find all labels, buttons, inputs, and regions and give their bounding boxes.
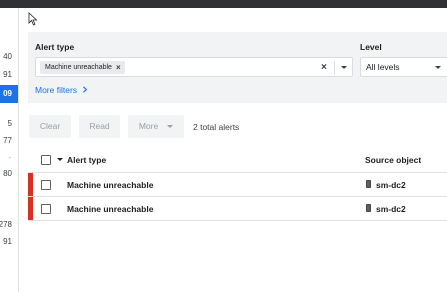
more-button-label: More [138, 121, 159, 131]
sidebar-number[interactable]: 91 [3, 70, 12, 80]
more-button[interactable]: More [128, 115, 184, 138]
row-checkbox[interactable] [41, 204, 51, 214]
level-label: Level [360, 42, 382, 52]
level-value: All levels [366, 62, 400, 72]
source-object-cell[interactable]: sm-dc2 [376, 180, 406, 190]
mouse-pointer-icon [28, 12, 38, 26]
clear-button[interactable]: Clear [29, 115, 71, 138]
filter-chip: Machine unreachable × [40, 61, 125, 74]
table-row[interactable]: Machine unreachable sm-dc2 [28, 173, 447, 197]
sidebar-number[interactable]: 5 [8, 119, 12, 129]
more-filters-label: More filters [35, 85, 78, 95]
chevron-down-icon[interactable] [341, 66, 347, 69]
column-header-alert-type[interactable]: Alert type [67, 155, 106, 165]
server-icon [366, 204, 371, 212]
sidebar-number[interactable]: 77 [3, 136, 12, 146]
chevron-down-icon[interactable] [435, 66, 441, 69]
filter-chip-label: Machine unreachable [45, 64, 112, 71]
left-sidebar: 40 91 09 5 77 - 80 278 91 [0, 8, 19, 292]
server-icon [366, 180, 371, 188]
clear-icon[interactable]: × [321, 61, 327, 74]
level-select[interactable]: All levels [360, 57, 447, 77]
sidebar-separator: - [8, 153, 11, 162]
divider [334, 61, 335, 74]
sidebar-number[interactable]: 40 [3, 52, 12, 62]
chevron-down-icon [167, 125, 174, 129]
chip-remove-icon[interactable]: × [116, 61, 121, 74]
sidebar-number[interactable]: 278 [0, 220, 12, 230]
row-divider [28, 220, 447, 221]
table-row[interactable]: Machine unreachable sm-dc2 [28, 197, 447, 221]
clear-button-label: Clear [39, 121, 61, 131]
severity-indicator [28, 173, 33, 197]
sidebar-number[interactable]: 80 [3, 169, 12, 179]
source-object-cell[interactable]: sm-dc2 [376, 204, 406, 214]
alert-type-cell[interactable]: Machine unreachable [67, 180, 153, 190]
alert-type-select[interactable]: Machine unreachable × × [35, 57, 353, 77]
sidebar-number-selected[interactable]: 09 [0, 85, 18, 103]
sidebar-number[interactable]: 91 [3, 237, 12, 247]
severity-indicator [28, 197, 33, 221]
sort-down-icon[interactable] [57, 158, 63, 161]
chevron-right-icon [83, 86, 88, 93]
column-header-source-object[interactable]: Source object [365, 155, 421, 165]
read-button-label: Read [89, 121, 110, 131]
read-button[interactable]: Read [79, 115, 120, 138]
select-all-checkbox[interactable] [41, 155, 51, 165]
alert-type-label: Alert type [35, 42, 75, 52]
more-filters-link[interactable]: More filters [35, 85, 88, 95]
total-alerts-count: 2 total alerts [193, 122, 240, 132]
row-checkbox[interactable] [41, 180, 51, 190]
top-bar [0, 0, 447, 8]
alert-type-cell[interactable]: Machine unreachable [67, 204, 153, 214]
